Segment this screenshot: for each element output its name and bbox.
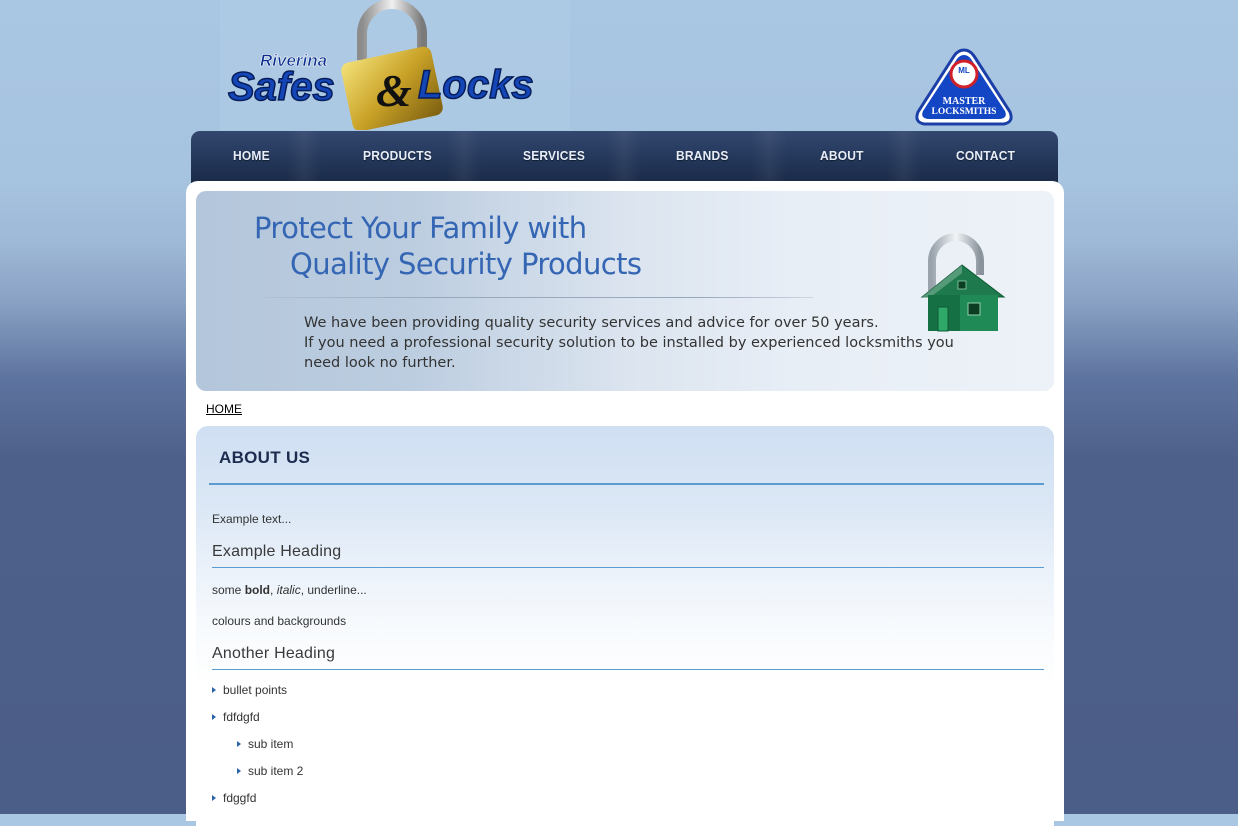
nav-separator — [446, 131, 482, 183]
formatting-text-plain: some — [212, 583, 245, 597]
list-item-label: fdggfd — [223, 791, 257, 805]
list-sub-item: sub item 2 — [237, 764, 303, 778]
colours-text: colours and backgrounds — [212, 614, 347, 628]
list-item: fdfdgfd — [212, 710, 260, 724]
main-nav: HOME PRODUCTS SERVICES BRANDS ABOUT CONT… — [191, 131, 1058, 183]
banner-text-line-3: need look no further. — [304, 355, 456, 371]
formatting-bold: bold — [244, 583, 271, 597]
content-box: ABOUT US Example text... Example Heading… — [196, 426, 1054, 826]
hero-banner: Protect Your Family with Quality Securit… — [196, 191, 1054, 391]
example-text: Example text... — [212, 512, 292, 526]
nav-separator — [606, 131, 642, 183]
banner-text-line-2: If you need a professional security solu… — [304, 335, 954, 351]
nav-home[interactable]: HOME — [233, 130, 270, 185]
nav-separator — [286, 131, 322, 183]
bullet-arrow-icon — [212, 795, 216, 801]
logo-locks-text: Locks — [418, 63, 534, 107]
nav-separator — [751, 131, 787, 183]
formatting-underline-text: , underline... — [300, 583, 367, 597]
logo-ampersand: & — [376, 65, 412, 116]
nav-products[interactable]: PRODUCTS — [363, 130, 432, 185]
banner-text-line-1: We have been providing quality security … — [304, 315, 879, 331]
page-title: ABOUT US — [219, 448, 311, 467]
nav-contact[interactable]: CONTACT — [956, 130, 1015, 185]
another-heading: Another Heading — [212, 645, 336, 662]
example-heading: Example Heading — [212, 543, 342, 560]
banner-headline-2: Quality Security Products — [290, 247, 642, 281]
list-sub-item: sub item — [237, 737, 293, 751]
list-item: bullet points — [212, 683, 287, 697]
logo-safes-text: Safes — [228, 65, 335, 109]
heading-divider — [212, 669, 1044, 670]
list-item-label: sub item 2 — [248, 764, 304, 778]
nav-about[interactable]: ABOUT — [820, 130, 864, 185]
list-item-label: fdfdgfd — [223, 710, 260, 724]
heading-divider — [212, 567, 1044, 568]
banner-headline-1: Protect Your Family with — [254, 211, 587, 245]
badge-line-2: LOCKSMITHS — [932, 107, 997, 117]
master-locksmiths-badge: ML MASTER LOCKSMITHS — [915, 48, 1013, 126]
bullet-arrow-icon — [237, 768, 241, 774]
nav-separator — [886, 131, 922, 183]
list-item: fdggfd — [212, 791, 256, 805]
house-padlock-icon — [920, 233, 1006, 332]
formatting-comma: , — [270, 583, 277, 597]
breadcrumb-home-link[interactable]: HOME — [206, 402, 242, 416]
banner-divider — [262, 297, 814, 298]
badge-mark: ML — [958, 66, 970, 75]
site-logo[interactable]: Riverina Safes & Locks — [220, 0, 570, 130]
nav-services[interactable]: SERVICES — [523, 130, 585, 185]
title-divider — [209, 483, 1044, 485]
bullet-arrow-icon — [212, 714, 216, 720]
badge-line-1: MASTER — [943, 96, 987, 107]
formatting-italic: italic — [276, 583, 301, 597]
list-item-label: sub item — [248, 737, 294, 751]
formatting-text: some bold, italic, underline... — [212, 583, 367, 597]
bullet-arrow-icon — [237, 741, 241, 747]
nav-brands[interactable]: BRANDS — [676, 130, 729, 185]
bullet-arrow-icon — [212, 687, 216, 693]
list-item-label: bullet points — [223, 683, 288, 697]
